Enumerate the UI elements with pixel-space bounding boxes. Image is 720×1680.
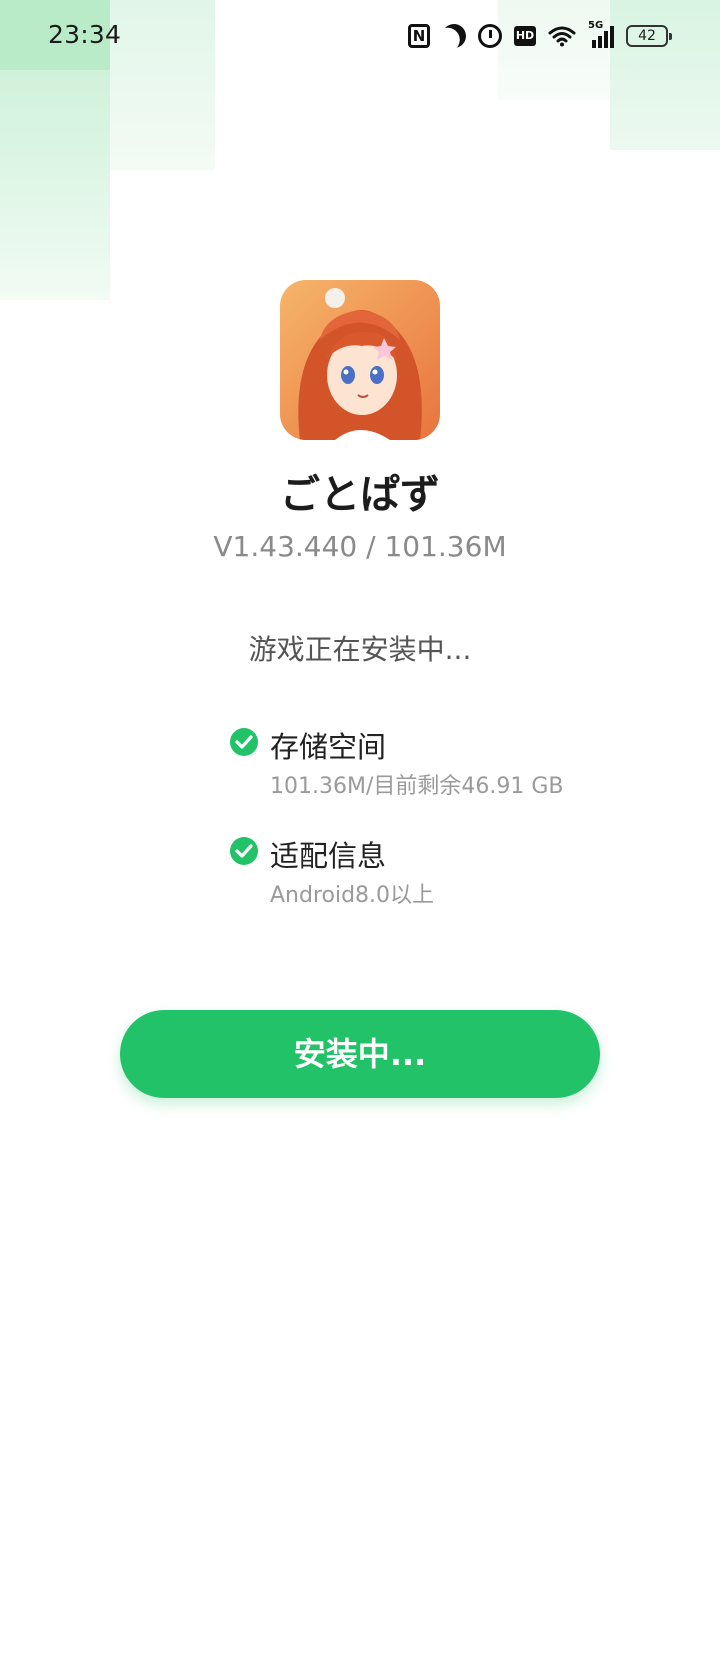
check-title: 存储空间 <box>270 730 387 764</box>
status-time: 23:34 <box>48 20 122 49</box>
check-circle-icon <box>230 837 258 865</box>
installing-button[interactable]: 安装中... <box>120 1010 600 1098</box>
check-description: 101.36M/目前剩余46.91 GB <box>270 774 564 799</box>
network-type-label: 5G <box>588 20 604 31</box>
app-version-size: V1.43.440 / 101.36M <box>213 530 507 563</box>
check-storage: 存储空间 101.36M/目前剩余46.91 GB <box>230 724 650 804</box>
signal-icon: 5G <box>588 20 614 48</box>
check-circle-icon <box>230 728 258 756</box>
check-title: 适配信息 <box>270 839 387 873</box>
moon-icon <box>439 21 468 50</box>
status-bar: 23:34 N HD 5G 42 <box>0 0 720 72</box>
wifi-icon <box>548 25 576 47</box>
status-icons: N HD 5G 42 <box>408 20 672 50</box>
hd-icon: HD <box>514 26 536 46</box>
check-compatibility: 适配信息 Android8.0以上 <box>230 833 650 913</box>
app-name: ごとぱず <box>280 472 440 518</box>
install-status-text: 游戏正在安装中... <box>248 633 472 666</box>
battery-icon: 42 <box>626 25 672 47</box>
app-icon <box>280 280 440 440</box>
check-description: Android8.0以上 <box>270 883 435 908</box>
alarm-icon <box>478 24 502 48</box>
nfc-icon: N <box>408 24 430 48</box>
